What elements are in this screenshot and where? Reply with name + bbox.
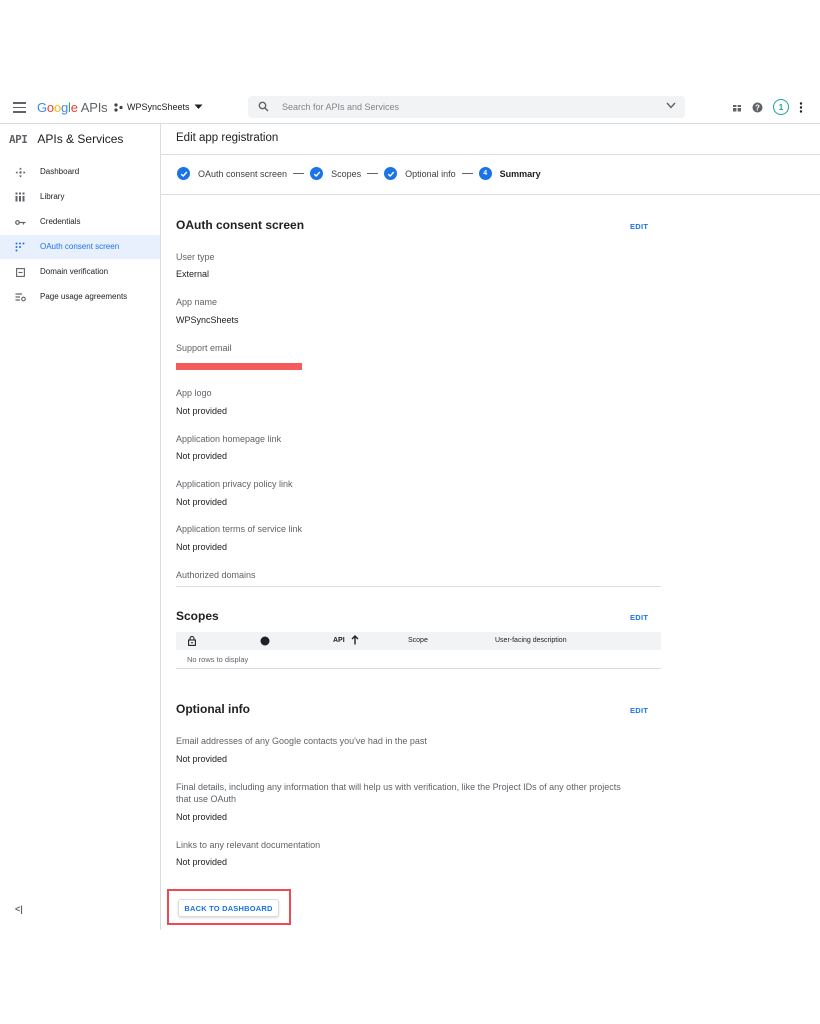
domain-icon [14, 266, 26, 278]
key-icon [14, 216, 26, 228]
field-value-app-logo: Not provided [176, 406, 228, 416]
google-apis-logo[interactable]: Google APIs [37, 100, 108, 115]
more-vert-icon[interactable] [799, 101, 803, 113]
field-label-google-contacts: Email addresses of any Google contacts y… [176, 736, 427, 746]
highlight-box: BACK TO DASHBOARD [167, 889, 291, 925]
dropdown-arrow-icon [194, 104, 203, 109]
top-app-bar: Google APIs WPSyncSheets Search for APIs … [0, 92, 820, 124]
gift-icon[interactable] [732, 102, 742, 112]
step-check-icon [384, 167, 398, 180]
sidebar-item-library[interactable]: Library [0, 185, 160, 209]
scopes-section-title: Scopes [176, 609, 219, 623]
sidebar-item-label: Library [40, 192, 65, 201]
menu-icon[interactable] [13, 102, 26, 113]
field-label-final-details-line1: Final details, including any information… [176, 782, 621, 792]
column-header-description[interactable]: User-facing description [495, 637, 567, 644]
sidebar-item-label: Credentials [40, 217, 81, 226]
sidebar-item-label: Dashboard [40, 167, 80, 176]
page-title: Edit app registration [176, 132, 279, 144]
settings-list-icon [14, 291, 26, 303]
optional-section-title: Optional info [176, 702, 250, 716]
project-icon [114, 102, 123, 112]
help-icon[interactable]: ? [752, 102, 763, 113]
sidebar-header: API APIs & Services [9, 132, 123, 146]
section-divider [176, 586, 661, 587]
search-icon [258, 101, 269, 112]
sort-arrow-up-icon[interactable] [351, 635, 359, 645]
svg-text:?: ? [755, 103, 760, 112]
sidebar-item-label: OAuth consent screen [40, 242, 120, 251]
step-oauth-consent-screen[interactable]: OAuth consent screen [198, 169, 287, 179]
chevron-down-icon[interactable] [666, 102, 676, 109]
step-summary[interactable]: Summary [500, 169, 541, 179]
column-header-scope[interactable]: Scope [408, 637, 428, 644]
field-value-privacy-policy-link: Not provided [176, 497, 228, 507]
sensitivity-dot-icon [260, 636, 270, 646]
scopes-edit-link[interactable]: EDIT [630, 613, 648, 622]
sidebar-item-page-usage-agreements[interactable]: Page usage agreements [0, 285, 160, 309]
redacted-support-email [176, 363, 302, 370]
field-value-homepage-link: Not provided [176, 451, 228, 461]
field-label-terms-link: Application terms of service link [176, 524, 303, 534]
scopes-empty-message: No rows to display [187, 655, 249, 664]
oauth-edit-link[interactable]: EDIT [630, 222, 648, 231]
stepper-divider [161, 194, 820, 195]
consent-icon [14, 241, 26, 253]
step-check-icon [310, 167, 324, 180]
field-value-google-contacts: Not provided [176, 754, 228, 764]
sidebar: API APIs & Services Dashboard Library Cr… [0, 124, 161, 930]
field-label-authorized-domains: Authorized domains [176, 570, 256, 580]
collapse-sidebar-icon[interactable]: <| [15, 904, 23, 914]
field-label-user-type: User type [176, 252, 215, 262]
search-placeholder: Search for APIs and Services [282, 102, 400, 112]
field-label-privacy-policy-link: Application privacy policy link [176, 479, 293, 489]
back-to-dashboard-button[interactable]: BACK TO DASHBOARD [178, 899, 279, 917]
field-label-app-logo: App logo [176, 388, 212, 398]
field-label-documentation-links: Links to any relevant documentation [176, 840, 321, 850]
search-bar[interactable]: Search for APIs and Services [248, 96, 685, 118]
project-selector[interactable]: WPSyncSheets [114, 102, 203, 112]
field-label-support-email: Support email [176, 343, 232, 353]
column-header-api[interactable]: API [333, 637, 345, 644]
account-avatar[interactable]: 1 [773, 99, 789, 115]
project-name: WPSyncSheets [127, 102, 190, 112]
field-label-app-name: App name [176, 297, 218, 307]
sidebar-item-oauth-consent-screen[interactable]: OAuth consent screen [0, 235, 160, 259]
field-value-final-details: Not provided [176, 812, 228, 822]
step-check-icon [177, 167, 190, 180]
sidebar-item-label: Domain verification [40, 267, 109, 276]
dashboard-icon [14, 166, 26, 178]
sidebar-item-domain-verification[interactable]: Domain verification [0, 260, 160, 284]
step-scopes[interactable]: Scopes [331, 169, 361, 179]
step-optional-info[interactable]: Optional info [405, 169, 456, 179]
sidebar-item-credentials[interactable]: Credentials [0, 210, 160, 234]
logo-suffix: APIs [80, 100, 108, 115]
section-divider [176, 668, 661, 669]
library-icon [14, 191, 26, 203]
field-label-homepage-link: Application homepage link [176, 434, 282, 444]
sidebar-item-label: Page usage agreements [40, 292, 128, 301]
step-connector [367, 173, 379, 174]
stepper: OAuth consent screen Scopes Optional inf… [177, 167, 541, 180]
optional-edit-link[interactable]: EDIT [630, 706, 648, 715]
oauth-section-title: OAuth consent screen [176, 218, 305, 232]
step-connector [293, 173, 305, 174]
field-value-documentation-links: Not provided [176, 857, 228, 867]
field-value-user-type: External [176, 269, 210, 279]
scopes-table-header: API Scope User-facing description [176, 632, 661, 650]
sidebar-item-dashboard[interactable]: Dashboard [0, 160, 160, 184]
api-badge: API [9, 132, 28, 146]
field-label-final-details-line2: that use OAuth [176, 794, 237, 804]
field-value-terms-link: Not provided [176, 542, 228, 552]
header-divider [161, 154, 820, 155]
sidebar-title: APIs & Services [37, 132, 124, 146]
lock-icon [188, 636, 196, 646]
step-number-badge: 4 [478, 167, 492, 180]
field-value-app-name: WPSyncSheets [176, 315, 239, 325]
step-connector [461, 173, 473, 174]
